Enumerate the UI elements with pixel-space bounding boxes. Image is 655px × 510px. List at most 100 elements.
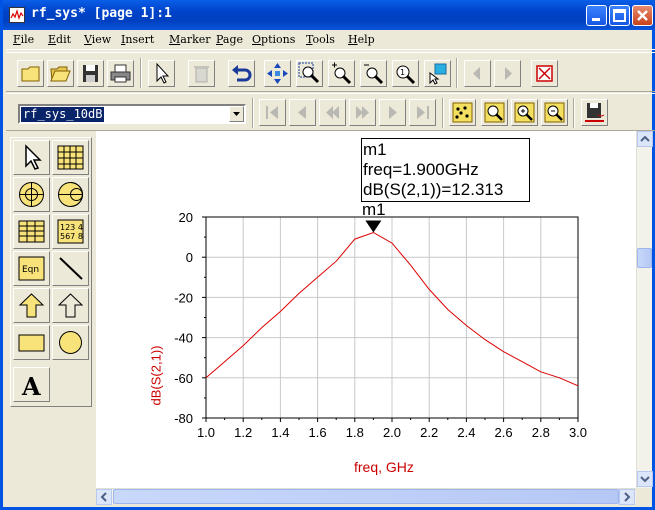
export-icon [585, 103, 605, 122]
zoom-area-button[interactable] [296, 60, 323, 87]
x-tick-label: 1.2 [234, 425, 252, 440]
last-marker-button[interactable] [409, 99, 436, 126]
next-button[interactable] [494, 60, 521, 87]
print-icon [110, 64, 131, 83]
zoom-plot-icon [484, 102, 505, 123]
x-tick-label: 2.6 [495, 425, 513, 440]
step-back-button[interactable] [319, 99, 346, 126]
select-button[interactable] [148, 60, 175, 87]
palette-polyline-button[interactable] [52, 288, 89, 323]
data-toolbar: rf_sys_10dB [6, 93, 655, 131]
menu-marker[interactable]: Marker [169, 33, 211, 46]
palette-table-button[interactable] [52, 140, 89, 175]
menu-view[interactable]: View [84, 33, 111, 46]
export-button[interactable] [581, 99, 608, 126]
first-marker-button[interactable] [259, 99, 286, 126]
zoom-out-plot-button[interactable] [541, 99, 568, 126]
app-icon[interactable] [9, 7, 25, 23]
zoom-area-icon [298, 62, 320, 84]
tool-palette: 123 4 567 8 Eqn A [10, 137, 92, 407]
menu-tools[interactable]: Tools [306, 33, 335, 46]
vertical-scroll-thumb[interactable] [637, 248, 652, 268]
close-button[interactable] [632, 5, 653, 26]
palette-text-button[interactable]: A [13, 367, 50, 402]
stack-icon: 123 4567 8 [57, 219, 84, 244]
palette-polygon-button[interactable] [13, 288, 50, 323]
y-tick-label: -80 [174, 411, 193, 426]
zoom-out-button[interactable] [360, 60, 387, 87]
scroll-right-button[interactable] [619, 489, 635, 505]
prev-marker-button[interactable] [289, 99, 316, 126]
stop-button[interactable] [531, 60, 558, 87]
zoom-in-plot-button[interactable] [511, 99, 538, 126]
y-tick-label: -60 [174, 371, 193, 386]
scroll-up-button[interactable] [637, 131, 653, 147]
zoom-fit-button[interactable]: 1 [392, 60, 419, 87]
new-button[interactable] [17, 60, 44, 87]
palette-smith-button[interactable] [52, 177, 89, 212]
undo-button[interactable] [228, 60, 255, 87]
palette-stack-button[interactable]: 123 4 567 8 [52, 214, 89, 249]
horizontal-scrollbar[interactable] [96, 488, 636, 505]
next-marker-button[interactable] [379, 99, 406, 126]
title-bar[interactable]: rf_sys* [page 1]:1 [3, 0, 655, 30]
previous-icon [473, 67, 480, 80]
dropdown-button[interactable] [229, 106, 244, 122]
svg-text:A: A [21, 372, 41, 401]
y-tick-label: 0 [186, 250, 193, 265]
marker-readout[interactable]: m1 freq=1.900GHz dB(S(2,1))=12.313 [361, 138, 530, 202]
zoom-in-button[interactable] [328, 60, 355, 87]
zoom-points-button[interactable] [449, 99, 476, 126]
plot-canvas[interactable]: 1.0 1.2 1.4 1.6 1.8 2.0 2.2 2.4 2.6 2.8 3.0 20 0 -20 -… [96, 131, 636, 488]
move-icon [267, 63, 288, 84]
print-button[interactable] [107, 60, 134, 87]
marker-triangle [365, 220, 382, 233]
toolbar-separator [456, 58, 458, 88]
menu-page[interactable]: Page [216, 33, 243, 46]
zoom-fit-icon: 1 [396, 65, 416, 85]
palette-rectangle-button[interactable] [13, 325, 50, 360]
dataset-select[interactable]: rf_sys_10dB [18, 104, 246, 124]
palette-line-button[interactable] [52, 251, 89, 286]
text-icon: A [21, 372, 41, 401]
horizontal-scroll-thumb[interactable] [113, 489, 619, 504]
menu-options[interactable]: Options [252, 33, 295, 46]
move-button[interactable] [264, 60, 291, 87]
pointer-button[interactable] [424, 60, 451, 87]
y-tick-label: 20 [179, 210, 193, 225]
chevron-right-icon [624, 492, 631, 502]
step-forward-button[interactable] [349, 99, 376, 126]
vertical-scrollbar[interactable] [636, 131, 653, 488]
x-tick-label: 1.0 [197, 425, 215, 440]
x-tick-label: 2.4 [457, 425, 475, 440]
palette-list-button[interactable] [13, 214, 50, 249]
scroll-down-button[interactable] [637, 471, 653, 487]
scroll-left-button[interactable] [96, 489, 112, 505]
maximize-button[interactable] [609, 5, 630, 26]
delete-button[interactable] [188, 60, 215, 87]
minimize-button[interactable] [586, 5, 607, 26]
menu-insert[interactable]: Insert [121, 33, 154, 46]
menu-help[interactable]: Help [348, 33, 375, 46]
palette-pointer-button[interactable] [13, 140, 50, 175]
main-toolbar: 1 [6, 52, 655, 92]
palette-equation-button[interactable]: Eqn [13, 251, 50, 286]
step-back-icon [326, 106, 339, 119]
y-tick-label: -20 [174, 290, 193, 305]
previous-button[interactable] [464, 60, 491, 87]
marker-name: m1 [363, 140, 387, 159]
rectangle-icon [18, 334, 45, 352]
chevron-down-icon [640, 476, 650, 483]
delete-icon [194, 66, 209, 83]
menu-file[interactable]: File [13, 33, 34, 46]
chevron-left-icon [100, 492, 107, 502]
palette-circle-button[interactable] [52, 325, 89, 360]
dataset-value: rf_sys_10dB [21, 107, 105, 122]
polar-icon [19, 182, 44, 207]
svg-text:123 4: 123 4 [60, 223, 83, 232]
save-button[interactable] [77, 60, 104, 87]
menu-edit[interactable]: Edit [48, 33, 71, 46]
open-button[interactable] [47, 60, 74, 87]
palette-polar-button[interactable] [13, 177, 50, 212]
zoom-plot-button[interactable] [481, 99, 508, 126]
